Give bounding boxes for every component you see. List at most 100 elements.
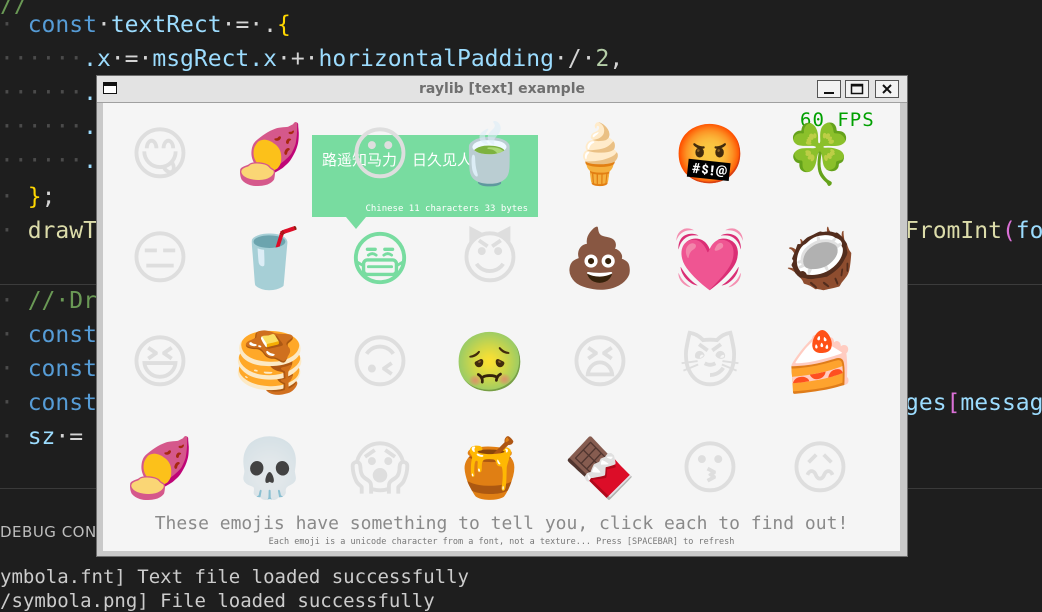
indent-guide: ······ — [0, 148, 84, 174]
emoji-button[interactable]: 🍀 — [783, 119, 857, 189]
instructions-subtitle: Each emoji is a unicode character from a… — [268, 537, 735, 547]
code-token: · — [96, 12, 111, 38]
emoji-button[interactable]: 😼 — [675, 327, 745, 397]
code-token: messag — [960, 390, 1042, 416]
maximize-button[interactable] — [845, 80, 869, 98]
emoji-button[interactable]: 💓 — [673, 223, 747, 293]
emoji-glyph: 🤬 — [673, 120, 747, 188]
emoji-button[interactable]: 🍵 — [453, 119, 527, 189]
emoji-glyph: 🍫 — [563, 434, 637, 502]
code-token: sz — [27, 424, 56, 450]
emoji-button[interactable]: 🍠 — [123, 433, 197, 503]
code-token: drawT — [27, 218, 97, 244]
emoji-button[interactable]: 😱 — [345, 433, 415, 503]
emoji-button[interactable]: 🥞 — [233, 327, 307, 397]
emoji-glyph: 🥤 — [233, 224, 307, 292]
emoji-button[interactable]: 🥤 — [233, 223, 307, 293]
code-token: { — [276, 12, 291, 38]
emoji-button[interactable]: 😆 — [125, 327, 195, 397]
indent-guide: ······ — [0, 114, 84, 140]
code-token: ; — [41, 184, 56, 210]
emoji-glyph: 😈 — [459, 224, 521, 292]
emoji-button[interactable]: 😋 — [125, 119, 195, 189]
emoji-glyph: 🍠 — [233, 120, 307, 188]
code-line: · const — [0, 386, 97, 420]
code-line: · const — [0, 352, 97, 386]
emoji-button[interactable]: 🍦 — [563, 119, 637, 189]
code-token: 2 — [595, 46, 610, 72]
emoji-glyph: 🤢 — [453, 328, 527, 396]
maximize-icon — [850, 83, 864, 95]
code-line: · sz·= — [0, 420, 83, 454]
emoji-glyph: 🍦 — [563, 120, 637, 188]
render-canvas[interactable]: 60 FPS 路遥知马力，日久见人心 Chinese 11 characters… — [103, 103, 900, 551]
emoji-button[interactable]: 🍰 — [784, 327, 856, 397]
code-token: ·=·. — [221, 12, 277, 38]
emoji-glyph: 😼 — [679, 328, 741, 396]
emoji-button[interactable]: 😶 — [345, 119, 415, 189]
emoji-glyph: 😑 — [129, 224, 191, 292]
close-button[interactable] — [875, 80, 899, 98]
emoji-button[interactable]: 🤬 — [673, 119, 747, 189]
emoji-button-selected[interactable] — [345, 223, 415, 293]
indent-guide: · — [0, 184, 28, 210]
code-token: ges — [905, 390, 947, 416]
code-token: const — [27, 322, 97, 348]
code-token: . — [83, 80, 97, 106]
emoji-button[interactable]: 🍫 — [563, 433, 637, 503]
emoji-button[interactable]: 💩 — [564, 223, 636, 293]
code-token: fo — [1015, 218, 1042, 244]
emoji-glyph: 😆 — [129, 328, 191, 396]
close-icon — [882, 84, 892, 94]
emoji-button[interactable]: 💀 — [233, 433, 307, 503]
code-line-fragment: FromInt(fo — [905, 214, 1042, 248]
emoji-glyph: 🍠 — [123, 434, 197, 502]
emoji-button[interactable]: 😫 — [565, 327, 635, 397]
indent-guide: · — [0, 12, 28, 38]
emoji-glyph: 🍯 — [453, 434, 527, 502]
code-token: ·/· — [553, 46, 596, 72]
emoji-button[interactable]: 🤢 — [453, 327, 527, 397]
code-token: ·+· — [276, 46, 319, 72]
indent-guide: ······ — [0, 46, 84, 72]
emoji-glyph: 💓 — [673, 224, 747, 292]
code-line: ······. — [0, 144, 97, 178]
minimize-button[interactable] — [817, 80, 841, 98]
code-token: ·= — [55, 424, 84, 450]
code-token: [ — [946, 390, 961, 416]
indent-guide: · — [0, 218, 28, 244]
emoji-button[interactable]: 😗 — [675, 433, 745, 503]
code-line: · drawT — [0, 214, 97, 248]
emoji-glyph: 🥞 — [233, 328, 307, 396]
console-line: ymbola.fnt] Text file loaded successfull… — [0, 566, 469, 588]
window-titlebar[interactable]: raylib [text] example — [97, 76, 907, 103]
code-token: .x — [83, 46, 111, 72]
bubble-message-info: Chinese 11 characters 33 bytes — [365, 204, 528, 214]
emoji-glyph: 🙃 — [349, 328, 411, 396]
emoji-glyph: 😗 — [679, 434, 741, 502]
emoji-glyph: 🍀 — [783, 120, 857, 188]
code-line: · const — [0, 318, 97, 352]
emoji-glyph: 🍵 — [453, 120, 527, 188]
emoji-button[interactable]: 😈 — [455, 223, 525, 293]
indent-guide: · — [0, 356, 28, 382]
raylib-window[interactable]: raylib [text] example 60 FPS 路遥知马力，日久见人心… — [96, 75, 908, 557]
emoji-button[interactable]: 🥥 — [783, 223, 857, 293]
code-token: , — [609, 46, 624, 72]
emoji-button[interactable]: 🍯 — [453, 433, 527, 503]
code-token: . — [83, 148, 97, 174]
emoji-glyph: 💀 — [233, 434, 307, 502]
code-line: · const·textRect·=·.{ — [0, 8, 291, 42]
emoji-glyph: 😱 — [349, 434, 411, 502]
emoji-glyph: 😖 — [789, 434, 851, 502]
emoji-button[interactable]: 🍠 — [233, 119, 307, 189]
emoji-button[interactable]: 😑 — [125, 223, 195, 293]
indent-guide: ······ — [0, 80, 84, 106]
emoji-glyph: 🥥 — [783, 224, 857, 292]
emoji-glyph: 😋 — [129, 120, 191, 188]
minimize-icon — [824, 92, 834, 94]
emoji-button[interactable]: 🙃 — [345, 327, 415, 397]
code-token: } — [27, 184, 42, 210]
emoji-button[interactable]: 😖 — [785, 433, 855, 503]
emoji-glyph: 😶 — [349, 120, 411, 188]
